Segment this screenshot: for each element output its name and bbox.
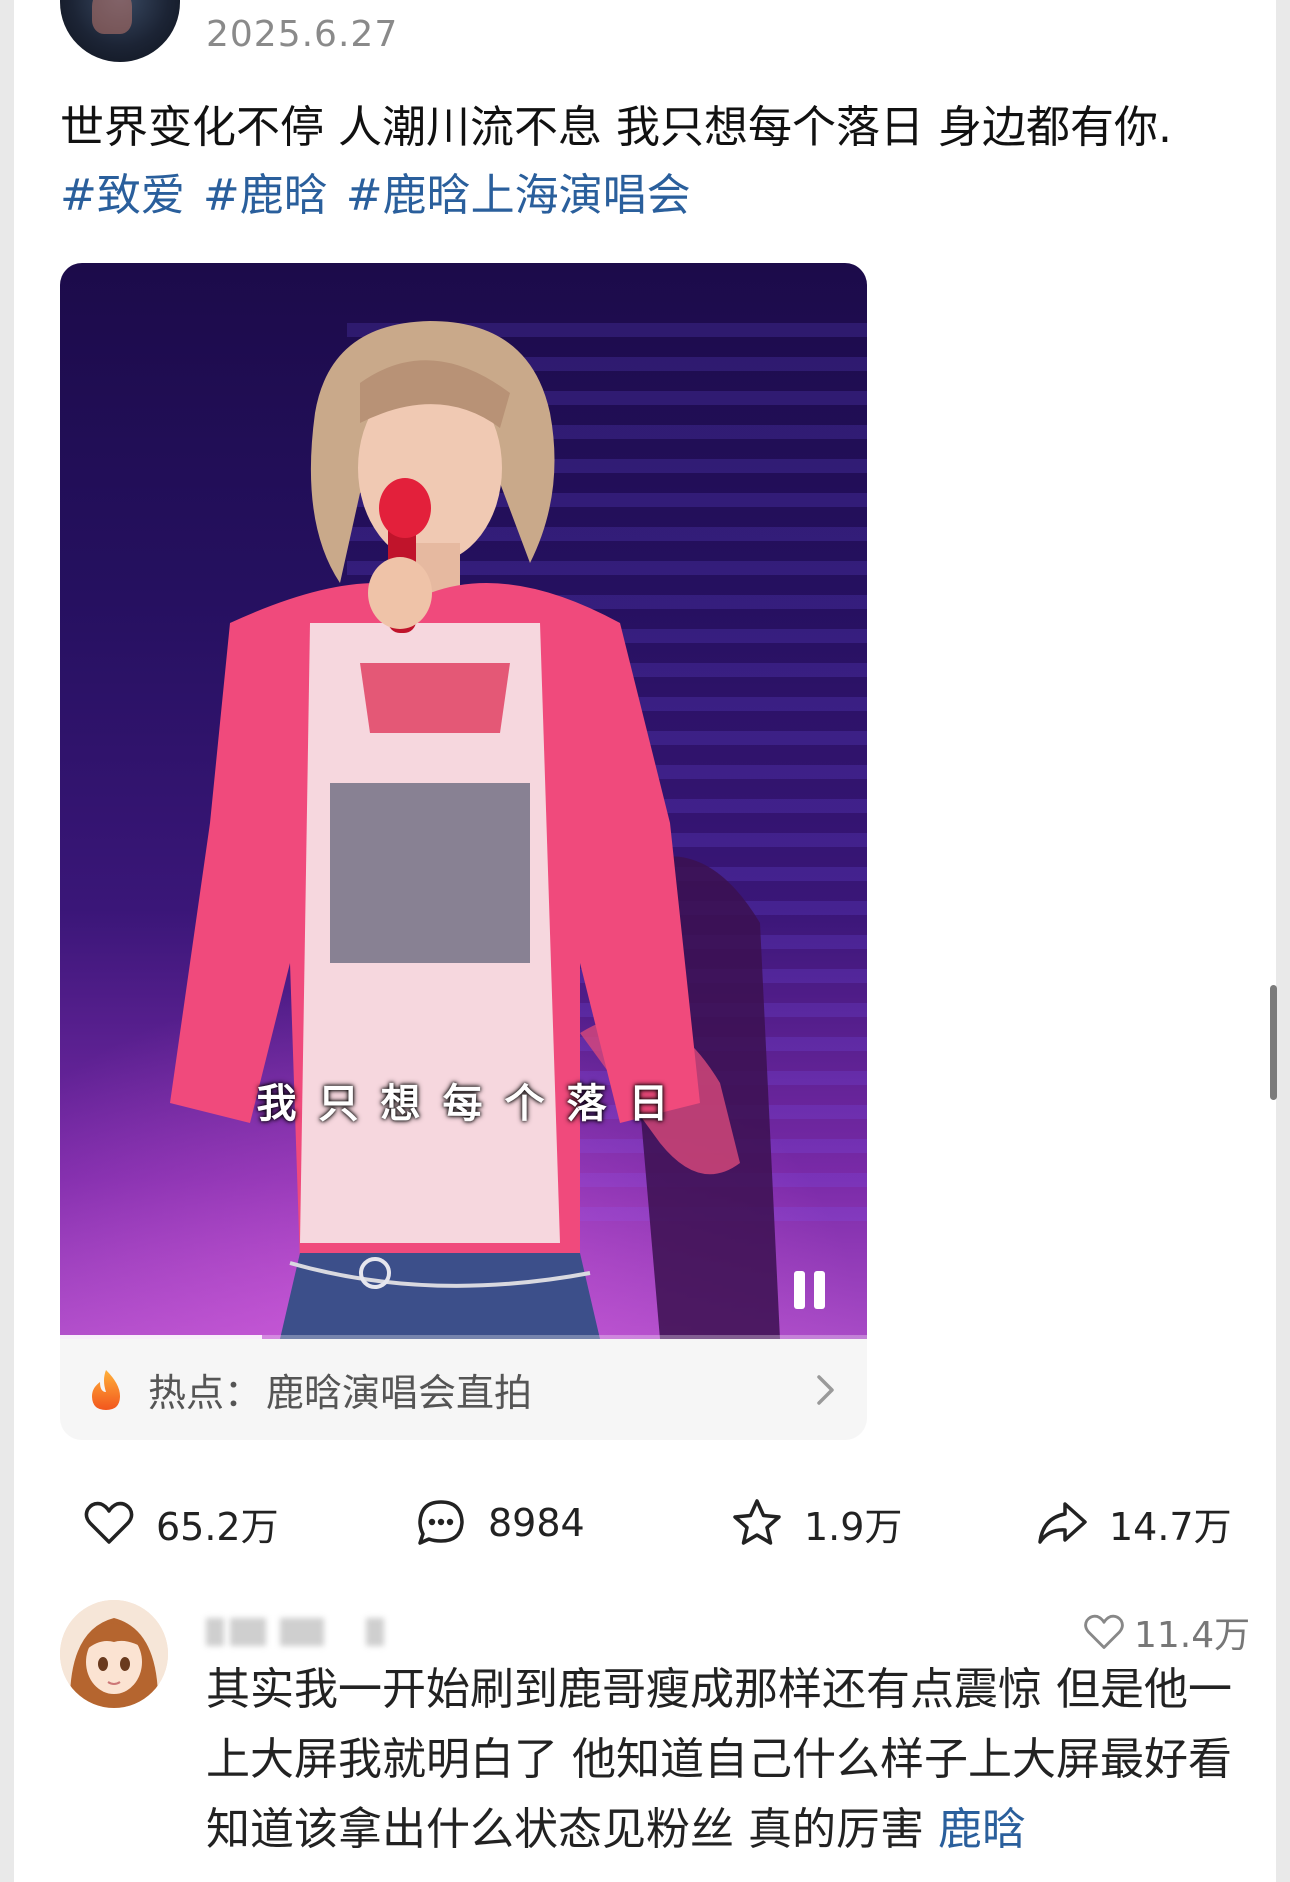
page-scrollbar[interactable] (1270, 985, 1277, 1100)
share-icon (1038, 1502, 1087, 1544)
comment-text: 其实我一开始刷到鹿哥瘦成那样还有点震惊 但是他一上大屏我就明白了 他知道自己什么… (206, 1655, 1246, 1865)
video-subtitle: 我只想每个落日 (256, 1081, 691, 1127)
hot-label: 热点： (148, 1371, 263, 1415)
share-count: 14.7万 (1109, 1504, 1232, 1549)
comment-like-count: 11.4万 (1134, 1615, 1251, 1656)
hashtag-link[interactable]: #鹿晗 (203, 170, 328, 221)
chevron-right-icon (817, 1375, 834, 1405)
flame-icon (92, 1369, 120, 1410)
anime-avatar-image (60, 1600, 168, 1708)
heart-icon (1084, 1614, 1124, 1649)
hot-topic-text: 鹿晗演唱会直拍 (266, 1371, 533, 1415)
commenter-name-redacted (206, 1610, 446, 1646)
video-player[interactable]: 我只想每个落日 (60, 263, 867, 1339)
post-page: 2025.6.27 世界变化不停 人潮川流不息 我只想每个落日 身边都有你. #… (14, 0, 1276, 1882)
post-actions: 65.2万 8984 1.9万 14.7万 (60, 1488, 1240, 1558)
favorite-count: 1.9万 (804, 1504, 903, 1549)
hot-topic-bar[interactable]: 热点： 鹿晗演唱会直拍 (60, 1339, 867, 1440)
like-count: 65.2万 (156, 1504, 279, 1549)
comment-icon (418, 1500, 464, 1545)
comment-button[interactable]: 8984 (414, 1488, 585, 1558)
favorite-button[interactable]: 1.9万 (730, 1488, 902, 1558)
share-button[interactable]: 14.7万 (1035, 1488, 1232, 1558)
star-icon (733, 1499, 781, 1545)
comment-like-button[interactable]: 11.4万 (1082, 1606, 1250, 1658)
post-date: 2025.6.27 (206, 14, 399, 55)
pause-icon[interactable] (788, 1269, 830, 1311)
hashtag-list: #致爱 #鹿晗 #鹿晗上海演唱会 (60, 162, 709, 230)
performer-image (170, 321, 780, 1339)
comment-body: 其实我一开始刷到鹿哥瘦成那样还有点震惊 但是他一上大屏我就明白了 他知道自己什么… (206, 1664, 1232, 1855)
post-text: 世界变化不停 人潮川流不息 我只想每个落日 身边都有你. (60, 102, 1172, 153)
comment-count: 8984 (488, 1501, 585, 1545)
commenter-avatar[interactable] (60, 1600, 168, 1708)
heart-icon (84, 1501, 134, 1544)
hashtag-link[interactable]: #鹿晗上海演唱会 (346, 170, 691, 221)
like-button[interactable]: 65.2万 (82, 1488, 279, 1558)
author-avatar[interactable] (60, 0, 180, 62)
hashtag-link[interactable]: #致爱 (60, 170, 185, 221)
comment-topic-link[interactable]: 鹿晗 (938, 1804, 1026, 1855)
